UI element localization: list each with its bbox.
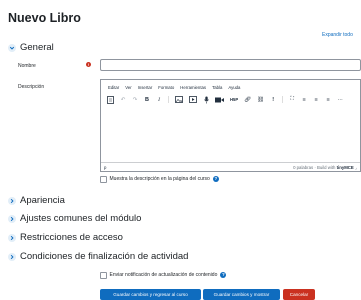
image-icon[interactable]	[175, 96, 183, 103]
align-center-icon[interactable]: ≡	[313, 96, 319, 103]
chevron-right-icon	[8, 252, 16, 261]
menu-insert[interactable]: Insertar	[138, 85, 153, 90]
help-icon[interactable]: ?	[220, 272, 227, 279]
expand-all-link[interactable]: Expandir todo	[322, 32, 353, 38]
section-appearance-label: Apariencia	[20, 195, 65, 206]
cancel-button[interactable]: Cancelar	[283, 289, 315, 300]
menu-view[interactable]: Ver	[125, 85, 131, 90]
video-camera-icon[interactable]	[215, 96, 224, 103]
bold-icon[interactable]: B	[144, 96, 150, 103]
chevron-right-icon	[8, 233, 16, 242]
show-description-checkbox[interactable]	[100, 176, 107, 183]
editor-toolbar: ↶ ↷ B I H5P 🔗︎ ⛓︎ ! ⛶ ≡ ≡ ≡ ···	[107, 95, 343, 104]
toolbar-divider	[282, 96, 284, 103]
toolbar-divider	[168, 96, 169, 103]
document-icon[interactable]	[107, 95, 114, 104]
show-description-label: Muestra la descripción en la página del …	[109, 176, 210, 183]
section-appearance[interactable]: Apariencia	[8, 195, 65, 206]
menu-table[interactable]: Tabla	[212, 85, 222, 90]
section-restrictions-label: Restricciones de acceso	[20, 232, 123, 243]
italic-icon[interactable]: I	[156, 96, 162, 103]
unlink-icon[interactable]: ⛓︎	[257, 96, 264, 103]
media-icon[interactable]	[189, 96, 197, 103]
page-title: Nuevo Libro	[8, 11, 81, 25]
menu-help[interactable]: Ayuda	[228, 85, 240, 90]
editor-status-divider	[101, 162, 360, 163]
resize-handle-icon[interactable]: ⌟	[355, 165, 357, 170]
link-icon[interactable]: 🔗︎	[244, 96, 251, 103]
notify-update-label: Enviar notificación de actualización de …	[109, 272, 218, 279]
align-left-icon[interactable]: ≡	[301, 96, 307, 103]
menu-tools[interactable]: Herramientas	[180, 85, 206, 90]
chevron-right-icon	[8, 196, 16, 205]
description-label: Descripción	[18, 84, 45, 90]
tinymce-logo[interactable]: tinyMCE	[337, 165, 354, 170]
save-return-button[interactable]: Guardar cambios y regresar al curso	[100, 289, 201, 300]
name-label: Nombre	[18, 63, 36, 69]
h5p-icon[interactable]: H5P	[230, 96, 238, 103]
menu-edit[interactable]: Editar	[108, 85, 119, 90]
editor-path[interactable]: p	[104, 165, 106, 170]
notify-update-checkbox[interactable]	[100, 272, 107, 279]
word-count: 0 palabras	[293, 165, 314, 170]
section-general[interactable]: General	[8, 42, 54, 53]
undo-icon[interactable]: ↶	[120, 96, 126, 103]
notify-update-row: Enviar notificación de actualización de …	[100, 272, 227, 279]
align-right-icon[interactable]: ≡	[325, 96, 331, 103]
microphone-icon[interactable]	[203, 96, 209, 103]
section-completion[interactable]: Condiciones de finalización de actividad	[8, 251, 188, 262]
section-module-settings-label: Ajustes comunes del módulo	[20, 213, 142, 224]
name-input[interactable]	[100, 59, 361, 71]
description-editor[interactable]: Editar Ver Insertar Formato Herramientas…	[100, 79, 361, 172]
save-display-button[interactable]: Guardar cambios y mostrar	[203, 289, 280, 300]
chevron-down-icon	[8, 43, 16, 52]
menu-format[interactable]: Formato	[158, 85, 174, 90]
section-completion-label: Condiciones de finalización de actividad	[20, 251, 189, 262]
editor-status: 0 palabras · Build with tinyMCE ⌟	[293, 165, 357, 170]
required-icon: !	[86, 62, 91, 67]
chevron-right-icon	[8, 214, 16, 223]
section-module-settings[interactable]: Ajustes comunes del módulo	[8, 213, 141, 224]
accessibility-checker-icon[interactable]: !	[270, 96, 276, 103]
built-with-text: Build with	[316, 165, 336, 170]
help-icon[interactable]: ?	[212, 176, 219, 183]
fullscreen-icon[interactable]: ⛶	[289, 96, 295, 103]
show-description-row: Muestra la descripción en la página del …	[100, 176, 219, 183]
section-restrictions[interactable]: Restricciones de acceso	[8, 232, 123, 243]
redo-icon[interactable]: ↷	[132, 96, 138, 103]
editor-menubar: Editar Ver Insertar Formato Herramientas…	[108, 85, 240, 90]
section-general-label: General	[20, 42, 54, 53]
more-icon[interactable]: ···	[337, 96, 343, 103]
